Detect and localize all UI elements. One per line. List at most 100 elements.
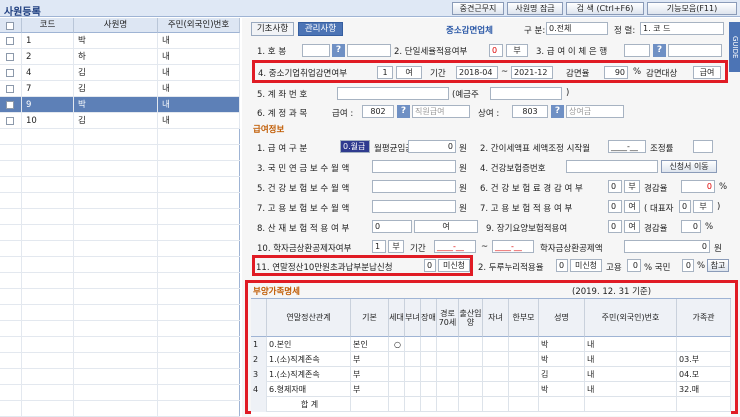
installment-input[interactable]: 0 [424, 259, 436, 272]
tab-basic[interactable]: 기초사항 [251, 22, 294, 36]
list-item[interactable]: 9박내 [0, 97, 240, 113]
empty-row[interactable] [0, 321, 240, 337]
account-input[interactable] [337, 87, 449, 100]
table-cell [389, 382, 405, 397]
select-all-checkbox[interactable] [6, 22, 14, 30]
tab-management[interactable]: 관리사항 [298, 22, 343, 36]
list-item[interactable]: 1박내 [0, 33, 240, 49]
empty-row[interactable] [0, 241, 240, 257]
period-from[interactable]: 2018-04 [456, 66, 498, 79]
row-checkbox[interactable] [6, 37, 14, 45]
table-cell [539, 397, 585, 412]
guide-tab[interactable]: GUIDE [729, 22, 740, 72]
salary-code[interactable]: 802 [362, 105, 394, 118]
select-all-header[interactable] [0, 18, 22, 33]
row-checkbox[interactable] [6, 53, 14, 61]
loan-to[interactable]: ____-__ [492, 240, 534, 253]
tax-adjust-input[interactable]: ____-__ [608, 140, 646, 153]
durunuri-input[interactable]: 0 [556, 259, 568, 272]
pension-label: 3. 국 민 연 금 보 수 월 액 [257, 164, 350, 174]
help-icon[interactable]: ? [551, 105, 564, 118]
bank-input[interactable] [624, 44, 650, 57]
help-icon[interactable]: ? [653, 44, 666, 57]
representative-input[interactable]: 0 [679, 200, 691, 213]
total-row[interactable]: 합 계 [251, 397, 731, 412]
empty-row[interactable] [0, 337, 240, 353]
student-loan-input[interactable]: 1 [372, 240, 386, 253]
sme-reduction-input[interactable]: 1 [377, 66, 393, 79]
pay-type-select[interactable]: 0.월급 [340, 140, 370, 153]
step-input[interactable] [302, 44, 330, 57]
row-checkbox-cell[interactable] [0, 65, 22, 81]
row-checkbox-cell[interactable] [0, 33, 22, 49]
list-item[interactable]: 10 김 내 [0, 113, 240, 129]
empty-row[interactable] [0, 401, 240, 417]
employment-rate-input[interactable]: 0 [627, 259, 641, 272]
sort-select[interactable]: 1. 코 드 [640, 22, 724, 35]
flat-rate-input[interactable]: 0 [489, 44, 503, 57]
row-checkbox-cell[interactable] [0, 81, 22, 97]
help-icon[interactable]: ? [332, 44, 345, 57]
empty-row[interactable] [0, 385, 240, 401]
table-row[interactable]: 3 1.(소)직계존속 부 김 내 04.모 [251, 367, 731, 382]
industrial-input[interactable]: 0 [372, 220, 412, 233]
empty-row[interactable] [0, 257, 240, 273]
health-rate-input[interactable]: 0 [681, 180, 715, 193]
loan-from[interactable]: ____-__ [434, 240, 476, 253]
period-to[interactable]: 2021-12 [511, 66, 553, 79]
empty-row[interactable] [0, 193, 240, 209]
empty-row[interactable] [0, 161, 240, 177]
longterm-rate-input[interactable]: 0 [681, 220, 701, 233]
row-checkbox-cell[interactable] [0, 113, 22, 129]
search-button[interactable]: 검 색 (Ctrl+F6) [566, 2, 644, 15]
holder-input[interactable] [490, 87, 562, 100]
table-row[interactable]: 1 0.본인 본인 ○ 박 내 [251, 337, 731, 352]
bonus-code[interactable]: 803 [512, 105, 548, 118]
adjust-rate-input[interactable] [693, 140, 713, 153]
row-checkbox-cell[interactable] [0, 49, 22, 65]
health-card-input[interactable] [566, 160, 658, 173]
row-checkbox-cell[interactable] [0, 97, 22, 113]
application-move-button[interactable]: 신청서 이동 [661, 160, 717, 173]
national-rate-input[interactable]: 0 [682, 259, 694, 272]
jungyeon-button[interactable]: 중견근무지 [452, 2, 504, 15]
employee-code: 2 [22, 49, 74, 65]
list-item[interactable]: 7김내 [0, 81, 240, 97]
reduction-rate-input[interactable]: 90 [604, 66, 628, 79]
lock-name-button[interactable]: 사원명 잠금 [507, 2, 563, 15]
empty-row[interactable] [0, 273, 240, 289]
table-cell [509, 337, 539, 352]
empty-row[interactable] [0, 177, 240, 193]
help-icon[interactable]: ? [397, 105, 410, 118]
employment-wage-input[interactable] [372, 200, 456, 213]
row-checkbox[interactable] [6, 85, 14, 93]
empty-row[interactable] [0, 225, 240, 241]
empty-row[interactable] [0, 289, 240, 305]
avg-wage-input[interactable]: 0 [408, 140, 456, 153]
empty-row[interactable] [0, 305, 240, 321]
division-select[interactable]: 0.전체 [546, 22, 608, 35]
longterm-care-input[interactable]: 0 [608, 220, 622, 233]
functions-button[interactable]: 기능모음(F11) [647, 2, 737, 15]
empty-row[interactable] [0, 209, 240, 225]
empty-row[interactable] [0, 369, 240, 385]
table-row[interactable]: 2 1.(소)직계존속 부 박 내 03.부 [251, 352, 731, 367]
pension-input[interactable] [372, 160, 456, 173]
health-wage-input[interactable] [372, 180, 456, 193]
reference-button[interactable]: 참고 [707, 259, 729, 272]
empty-row[interactable] [0, 145, 240, 161]
loan-amount-input[interactable]: 0 [624, 240, 710, 253]
row-checkbox[interactable] [6, 69, 14, 77]
employment-apply-input[interactable]: 0 [608, 200, 622, 213]
health-reduce-input[interactable]: 0 [608, 180, 622, 193]
row-checkbox[interactable] [6, 101, 14, 109]
empty-row[interactable] [0, 353, 240, 369]
empty-cell [22, 161, 74, 177]
empty-row[interactable] [0, 129, 240, 145]
row-checkbox[interactable] [6, 117, 14, 125]
reduction-target-input[interactable]: 급여 [693, 66, 721, 79]
table-row[interactable]: 4 6.형제자매 부 박 내 32.매 [251, 382, 731, 397]
list-item[interactable]: 2하내 [0, 49, 240, 65]
list-item[interactable]: 4김내 [0, 65, 240, 81]
longterm-care-text: 여 [624, 220, 640, 233]
